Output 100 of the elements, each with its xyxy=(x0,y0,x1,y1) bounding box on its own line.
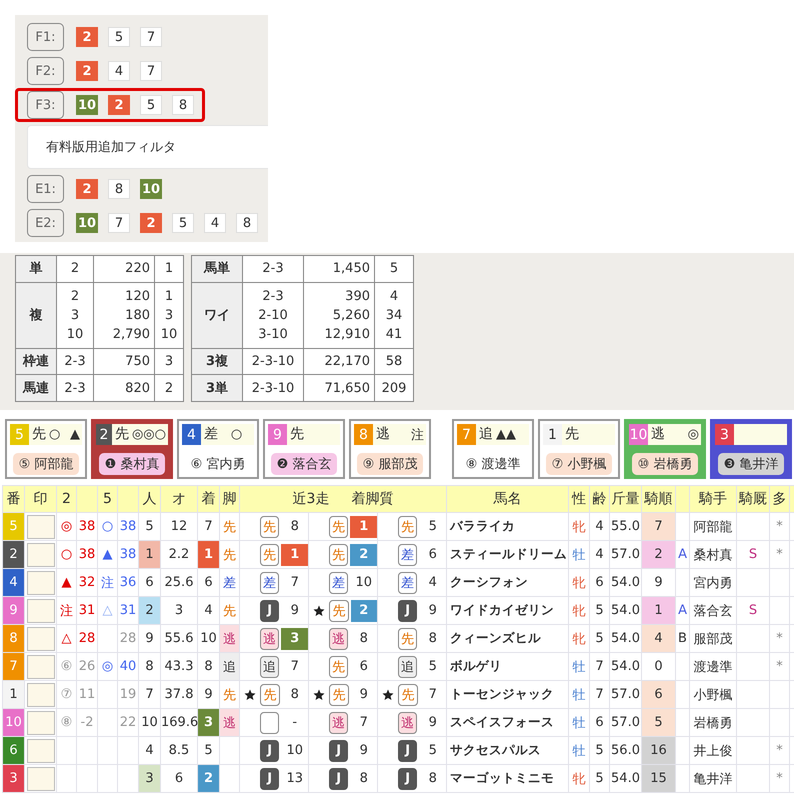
jockey-name: ⑤ 阿部龍 xyxy=(12,453,80,475)
running-style-badge: 追 xyxy=(260,656,280,678)
mark-input-field[interactable] xyxy=(26,542,54,566)
payout-amount: 5,260 xyxy=(332,306,370,325)
sex-cell: 牝 xyxy=(568,568,590,596)
filter-label-button[interactable]: F3: xyxy=(27,91,64,119)
finish-position: 9 xyxy=(428,602,438,620)
sex-cell: 牝 xyxy=(568,512,590,540)
gate-number: 9 xyxy=(268,424,287,445)
finish-position: 6 xyxy=(358,658,369,676)
running-style: 差 xyxy=(203,425,219,444)
finish-position: 9 xyxy=(358,686,369,704)
running-style-cell: 差 xyxy=(220,568,240,596)
payout-combination: 2-3 xyxy=(63,352,87,371)
prediction-mark: ▲ xyxy=(56,568,76,596)
filter-label-button[interactable]: E1: xyxy=(27,175,64,203)
prediction-mark: ◎ xyxy=(98,652,118,680)
running-style-cell: 追 xyxy=(220,652,240,680)
sex-cell: 牝 xyxy=(568,764,590,792)
horse-number-chip: 10 xyxy=(76,95,98,115)
odds-cell: 25.6 xyxy=(160,568,198,596)
mark-input-field[interactable] xyxy=(26,570,54,594)
finish-position: 10 xyxy=(354,574,374,592)
column-header: 人 xyxy=(138,486,160,512)
column-header: 近3走 xyxy=(292,490,330,508)
horse-number-chip: 5 xyxy=(108,27,130,47)
column-header: 印 xyxy=(24,486,56,512)
running-style-badge: 先 xyxy=(329,600,349,622)
column-header: 着脚質 xyxy=(351,490,394,508)
jockey-name: ❸ 亀井洋 xyxy=(718,453,784,475)
horse-number-chip: 8 xyxy=(236,213,258,233)
payout-amount: 390 xyxy=(344,288,370,306)
mark-input-field[interactable] xyxy=(26,766,54,790)
running-style-badge: 差 xyxy=(260,572,280,594)
horse-name: トーセンジャック xyxy=(446,680,569,708)
prediction-score: -2 xyxy=(76,708,98,736)
mark-input-field[interactable] xyxy=(26,738,54,762)
column-header: 馬名 xyxy=(446,486,569,512)
popularity-cell: 7 xyxy=(138,680,160,708)
prediction-score: 38 xyxy=(76,540,98,568)
prediction-marks: ◎◎○ xyxy=(132,427,166,442)
column-header: 齢 xyxy=(590,486,610,512)
sex-cell: 牡 xyxy=(568,540,590,568)
payout-combination: 2 xyxy=(70,288,80,306)
prediction-score: 22 xyxy=(118,708,138,736)
horse-name: ワイドカイゼリン xyxy=(446,596,569,624)
horse-number-chip: 8 xyxy=(172,95,194,115)
jockey-name: ⑥ 宮内勇 xyxy=(190,456,246,474)
horse-number-chip: 2 xyxy=(76,61,98,81)
mark-input-field[interactable] xyxy=(26,514,54,538)
payout-popularity: 41 xyxy=(384,326,404,344)
horse-number-chip: 2 xyxy=(76,179,98,199)
filter-label-button[interactable]: F2: xyxy=(27,57,64,85)
jockey-rank-cell: 5 xyxy=(642,708,676,736)
filter-label-button[interactable]: F1: xyxy=(27,23,64,51)
age-cell: 7 xyxy=(590,680,610,708)
running-style-badge: 追 xyxy=(398,656,418,678)
running-style-cell: 逃 xyxy=(220,624,240,652)
multi-mark: * xyxy=(770,624,790,652)
column-header: 5 xyxy=(98,486,118,512)
finish-position: 10 xyxy=(285,742,304,760)
payout-popularity: 1 xyxy=(164,260,174,278)
horse-number-chip: 4 xyxy=(204,213,226,233)
column-header: 騎順 xyxy=(642,486,676,512)
prediction-mark: 注 xyxy=(98,568,118,596)
prediction-mark: 注 xyxy=(56,596,76,624)
payout-amount: 12,910 xyxy=(324,326,370,344)
filter-label-button[interactable]: E2: xyxy=(27,209,64,237)
payout-popularity: 10 xyxy=(160,326,178,344)
prediction-mark: ⑦ xyxy=(56,680,76,708)
mark-input-field[interactable] xyxy=(26,626,54,650)
jockey-name: ⑦ 小野楓 xyxy=(546,453,612,475)
column-header: 騎手 xyxy=(690,486,737,512)
finish-badge: 1 xyxy=(281,544,308,566)
mark-input-field[interactable] xyxy=(26,598,54,622)
mark-input-field[interactable] xyxy=(26,682,54,706)
mark-input-field[interactable] xyxy=(26,710,54,734)
running-style-cell: 先 xyxy=(220,512,240,540)
odds-cell: 3 xyxy=(160,596,198,624)
age-cell: 5 xyxy=(590,764,610,792)
jockey-grade: A xyxy=(676,540,690,568)
column-header: 性 xyxy=(568,486,590,512)
prediction-score: 19 xyxy=(118,680,138,708)
finish-position: 5 xyxy=(428,742,438,760)
running-style-badge: 先 xyxy=(328,656,348,678)
horse-name: クィーンズヒル xyxy=(446,624,569,652)
mark-input-field[interactable] xyxy=(26,654,54,678)
odds-cell: 55.6 xyxy=(160,624,198,652)
prediction-marks: 注 xyxy=(411,426,424,444)
jockey-rank-cell: 4 xyxy=(642,624,676,652)
horse-number-chip: 10 xyxy=(76,213,98,233)
payout-amount: 750 xyxy=(124,352,150,371)
prediction-score: 28 xyxy=(118,624,138,652)
payout-combination: 10 xyxy=(66,326,84,344)
prediction-score: 11 xyxy=(76,680,98,708)
running-style-badge: 先 xyxy=(260,544,280,566)
horse-number-chip: 7 xyxy=(108,213,130,233)
payout-amount: 71,650 xyxy=(324,380,370,398)
jockey-rank-cell: 6 xyxy=(642,680,676,708)
bet-type-label: 馬連 xyxy=(16,374,56,402)
